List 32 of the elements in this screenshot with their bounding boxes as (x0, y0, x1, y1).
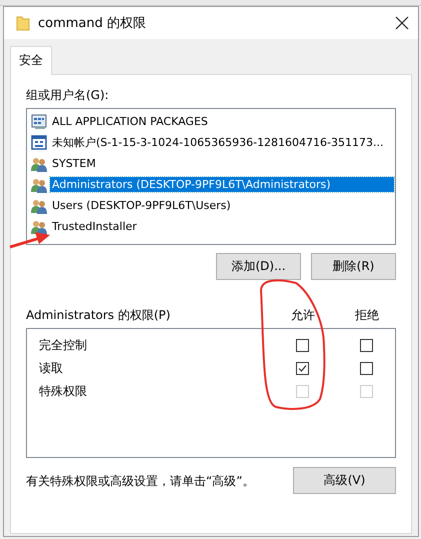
folder-icon (16, 15, 30, 31)
permissions-label: Administrators 的权限(P) (26, 307, 172, 324)
list-item[interactable]: Administrators (DESKTOP-9PF9L6T\Administrators) (50, 177, 394, 192)
dialog-button[interactable]: 添加(D)... (216, 253, 301, 280)
permission-name: 读取 (39, 360, 63, 377)
checkbox[interactable] (296, 362, 308, 375)
app-icon (31, 114, 47, 130)
permission-name: 完全控制 (39, 337, 87, 354)
annotation-arrow (10, 232, 50, 248)
list-item[interactable]: 未知帐户(S-1-15-3-1024-1065365936-1281604716-351173... (50, 134, 386, 151)
users-icon (31, 156, 47, 172)
column-header: 允许 (291, 308, 315, 322)
dialog-button[interactable]: 删除(R) (311, 253, 396, 280)
checkbox[interactable] (360, 362, 372, 375)
window-title: command 的权限 (38, 15, 148, 32)
checkbox[interactable] (360, 339, 372, 352)
list-item[interactable]: TrustedInstaller (50, 219, 139, 234)
hint-text: 有关特殊权限或高级设置，请单击“高级”。 (26, 473, 254, 490)
users-icon (31, 176, 47, 192)
close-icon[interactable] (395, 16, 409, 30)
users-icon (31, 218, 47, 234)
list-item[interactable]: ALL APPLICATION PACKAGES (50, 114, 210, 129)
list-item[interactable]: SYSTEM (50, 156, 98, 171)
checkbox[interactable] (296, 339, 308, 352)
permission-name: 特殊权限 (39, 383, 87, 400)
column-header: 拒绝 (355, 308, 379, 322)
advanced-button[interactable]: 高级(V) (293, 467, 396, 494)
account-icon (31, 134, 47, 150)
list-label: 组或用户名(G): (26, 87, 109, 104)
users-icon (31, 198, 47, 214)
list-item[interactable]: Users (DESKTOP-9PF9L6T\Users) (50, 198, 233, 213)
tab[interactable]: 安全 (10, 46, 52, 75)
